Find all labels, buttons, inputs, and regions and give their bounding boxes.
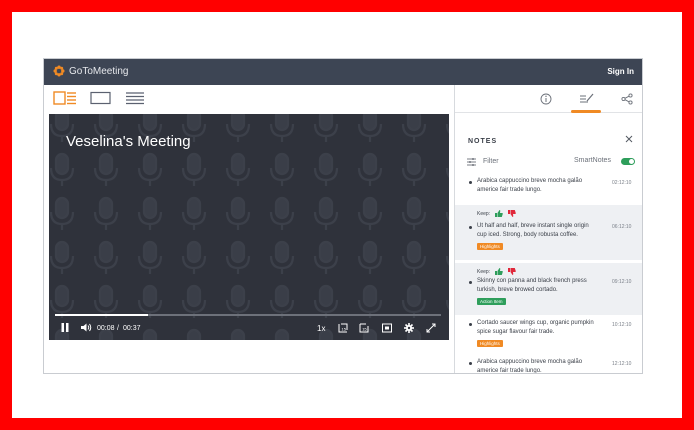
info-icon <box>540 93 552 105</box>
sign-in-link[interactable]: Sign In <box>607 67 634 76</box>
tab-info[interactable] <box>540 92 552 110</box>
share-icon <box>621 93 633 105</box>
note-item[interactable]: Arabica cappuccino breve mocha galão ame… <box>455 356 642 374</box>
note-text: Arabica cappuccino breve mocha galão ame… <box>477 359 583 374</box>
active-tab-indicator <box>571 110 601 113</box>
highlights-tag: Highlights <box>477 340 503 347</box>
settings-button[interactable] <box>404 323 414 333</box>
playback-progress-fill <box>55 314 148 316</box>
action-item-tag: Action Item <box>477 298 506 305</box>
note-bullet <box>469 226 472 229</box>
keep-label: Keep: <box>477 268 491 275</box>
video-layout-button[interactable] <box>90 91 112 110</box>
notes-side-panel: NOTES Filter SmartNotes Arabica cappucci… <box>454 85 642 374</box>
rewind-button[interactable]: 15 <box>338 323 348 333</box>
brand-name: GoToMeeting <box>69 65 129 77</box>
note-text: Skinny con panna and black french press … <box>477 278 587 293</box>
rewind-icon: 15 <box>338 323 348 333</box>
note-timestamp: 02:12:10 <box>612 180 632 186</box>
pause-button[interactable] <box>61 323 69 332</box>
smartnotes-label: SmartNotes <box>574 157 611 164</box>
note-item[interactable]: Keep: Skinny con panna and black french … <box>455 263 642 315</box>
thumbs-up-icon[interactable] <box>495 210 503 217</box>
keep-row: Keep: <box>477 268 516 275</box>
panel-tabs <box>455 85 642 113</box>
volume-icon <box>81 323 92 332</box>
expand-icon <box>426 323 436 333</box>
meeting-title: Veselina's Meeting <box>66 133 191 150</box>
tab-notes[interactable] <box>580 92 594 110</box>
gotomeeting-flower-icon <box>53 65 65 77</box>
keep-label: Keep: <box>477 210 491 217</box>
note-text: Ut half and half, breve instant single o… <box>477 223 589 238</box>
note-text: Arabica cappuccino breve mocha galão ame… <box>477 178 583 193</box>
playback-speed-button[interactable]: 1x <box>317 324 325 333</box>
close-panel-button[interactable] <box>625 135 633 146</box>
split-layout-button[interactable] <box>53 91 77 110</box>
filter-row: Filter SmartNotes <box>467 157 635 169</box>
note-timestamp: 12:12:10 <box>612 361 632 367</box>
note-item[interactable]: Keep: Ut half and half, breve instant si… <box>455 205 642 260</box>
note-item[interactable]: Cortado saucer wings cup, organic pumpki… <box>455 317 642 355</box>
notes-edit-icon <box>580 93 594 103</box>
note-bullet <box>469 281 472 284</box>
time-separator: / <box>117 325 119 332</box>
note-bullet <box>469 181 472 184</box>
player-controls: 00:08 / 00:37 1x 15 15 <box>49 320 449 338</box>
playback-progress-bar[interactable] <box>55 314 441 316</box>
thumbs-up-icon[interactable] <box>495 268 503 275</box>
note-item[interactable]: Arabica cappuccino breve mocha galão ame… <box>455 175 642 203</box>
note-bullet <box>469 362 472 365</box>
svg-text:15: 15 <box>342 327 347 332</box>
svg-text:15: 15 <box>362 327 367 332</box>
note-text: Cortado saucer wings cup, organic pumpki… <box>477 320 594 335</box>
filter-label[interactable]: Filter <box>483 158 499 165</box>
thumbs-down-icon[interactable] <box>508 268 516 275</box>
close-icon <box>625 135 633 143</box>
note-timestamp: 09:12:10 <box>612 279 632 285</box>
brand-logo: GoToMeeting <box>53 65 128 77</box>
list-layout-icon <box>126 92 144 105</box>
keep-row: Keep: <box>477 210 516 217</box>
thumbs-down-icon[interactable] <box>508 210 516 217</box>
forward-button[interactable]: 15 <box>359 323 369 333</box>
app-window: GoToMeeting Sign In Veselina's Meeting 0… <box>43 58 643 374</box>
volume-button[interactable] <box>81 323 92 332</box>
top-bar: GoToMeeting Sign In <box>44 59 642 85</box>
notes-layout-button[interactable] <box>125 91 145 110</box>
captions-icon <box>382 323 392 333</box>
total-time: 00:37 <box>123 325 141 332</box>
filter-icon[interactable] <box>467 158 476 166</box>
forward-icon: 15 <box>359 323 369 333</box>
note-timestamp: 10:12:10 <box>612 322 632 328</box>
note-timestamp: 06:12:10 <box>612 224 632 230</box>
smartnotes-toggle[interactable] <box>621 158 635 165</box>
video-layout-icon <box>90 91 111 105</box>
gear-icon <box>404 323 414 333</box>
captions-button[interactable] <box>382 323 392 333</box>
video-player[interactable]: Veselina's Meeting 00:08 / 00:37 1x 15 1… <box>49 114 449 340</box>
pause-icon <box>61 323 69 332</box>
split-layout-icon <box>53 91 76 105</box>
tab-share[interactable] <box>621 92 633 110</box>
highlights-tag: Highlights <box>477 243 503 250</box>
notes-heading: NOTES <box>468 138 498 145</box>
current-time: 00:08 <box>97 325 115 332</box>
layout-toolbar <box>44 85 454 113</box>
fullscreen-button[interactable] <box>426 323 436 333</box>
note-bullet <box>469 323 472 326</box>
